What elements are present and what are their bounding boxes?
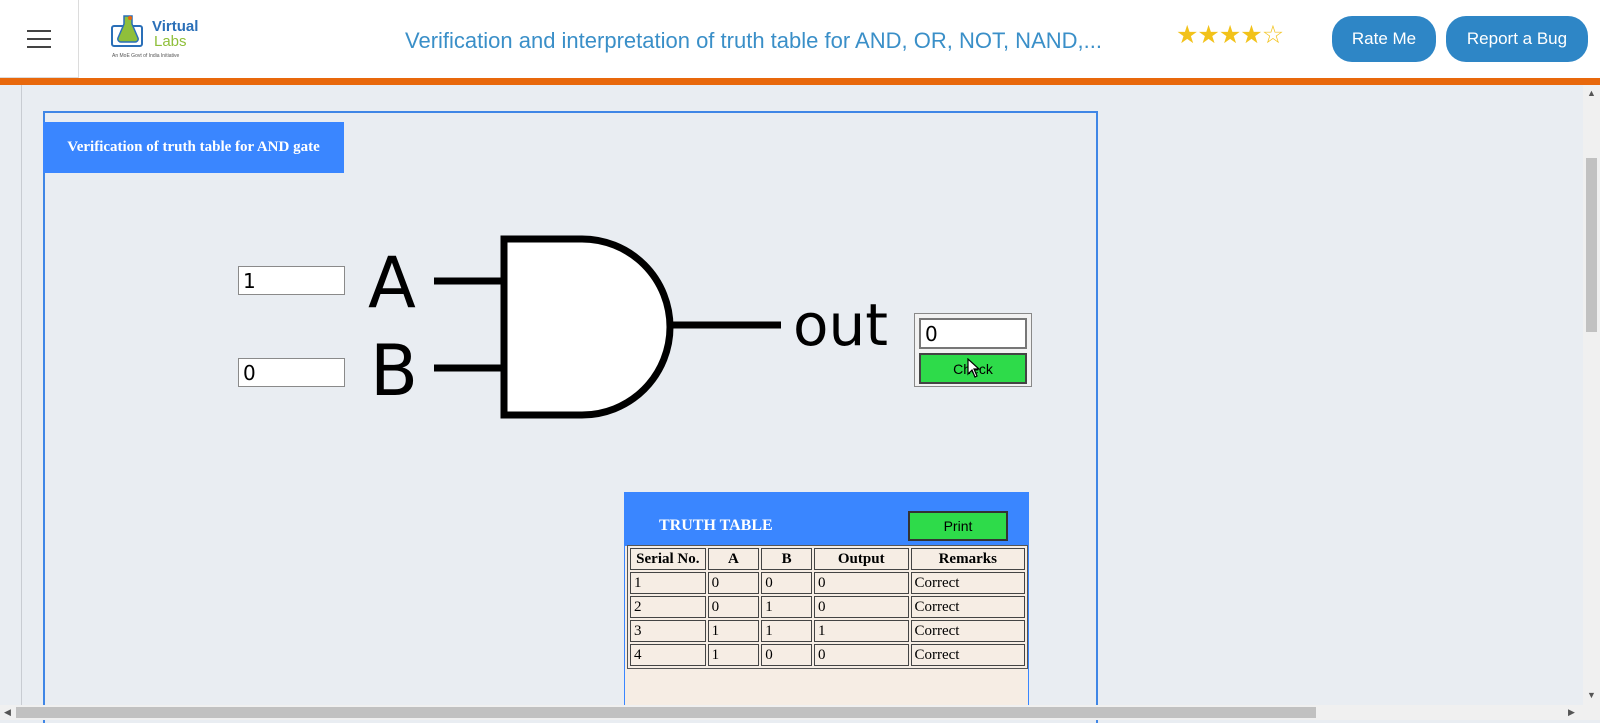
and-gate-body (500, 235, 674, 419)
col-remarks: Remarks (910, 548, 1025, 570)
cell-output: 0 (813, 644, 909, 666)
star-rating[interactable]: ★★★★☆ (1176, 20, 1284, 50)
truth-table: Serial No. A B Output Remarks 1 0 0 0 Co… (627, 545, 1028, 669)
top-header: Virtual Labs An MoE Govt of India Initia… (0, 0, 1600, 78)
menu-button[interactable] (0, 0, 79, 78)
cell-output: 0 (813, 596, 909, 618)
hamburger-icon (27, 29, 51, 48)
cell-b: 1 (761, 596, 812, 618)
col-serial: Serial No. (630, 548, 706, 570)
cell-b: 1 (761, 620, 812, 642)
cell-a: 1 (707, 620, 760, 642)
rate-me-button[interactable]: Rate Me (1332, 16, 1436, 62)
print-button[interactable]: Print (908, 511, 1008, 541)
horizontal-scroll-thumb[interactable] (16, 707, 1316, 718)
report-bug-button[interactable]: Report a Bug (1446, 16, 1588, 62)
header-divider (0, 78, 1600, 85)
star-empty-icon[interactable]: ☆ (1262, 21, 1284, 49)
table-header-row: Serial No. A B Output Remarks (630, 548, 1025, 570)
logo-tagline: An MoE Govt of India Initiative (112, 53, 180, 59)
cell-b: 0 (761, 644, 812, 666)
page-title: Verification and interpretation of truth… (405, 28, 1102, 53)
cell-remarks: Correct (910, 620, 1025, 642)
star-filled-icon[interactable]: ★ (1219, 21, 1241, 49)
cell-remarks: Correct (910, 572, 1025, 594)
col-a: A (707, 548, 760, 570)
table-row: 3 1 1 1 Correct (630, 620, 1025, 642)
scroll-right-arrow-icon[interactable]: ▶ (1568, 707, 1575, 718)
flask-icon (111, 15, 143, 47)
cell-a: 0 (707, 572, 760, 594)
input-b-field[interactable] (238, 358, 345, 387)
table-row: 1 0 0 0 Correct (630, 572, 1025, 594)
cell-output: 1 (813, 620, 909, 642)
vertical-scroll-thumb[interactable] (1586, 158, 1597, 332)
cell-a: 0 (707, 596, 760, 618)
output-field[interactable] (919, 318, 1027, 349)
star-filled-icon[interactable]: ★ (1176, 21, 1198, 49)
truth-table-header: TRUTH TABLE Print (625, 493, 1028, 546)
scroll-down-arrow-icon[interactable]: ▼ (1587, 690, 1596, 700)
cell-a: 1 (707, 644, 760, 666)
table-row: 2 0 1 0 Correct (630, 596, 1025, 618)
logo-line2: Labs (154, 33, 187, 50)
table-row: 4 1 0 0 Correct (630, 644, 1025, 666)
input-a-field[interactable] (238, 266, 345, 295)
left-gutter (0, 85, 22, 705)
virtual-labs-logo[interactable]: Virtual Labs An MoE Govt of India Initia… (110, 12, 202, 62)
col-output: Output (813, 548, 909, 570)
cell-output: 0 (813, 572, 909, 594)
truth-table-title: TRUTH TABLE (659, 517, 773, 534)
scroll-left-arrow-icon[interactable]: ◀ (4, 707, 11, 718)
cell-remarks: Correct (910, 596, 1025, 618)
label-a: A (368, 242, 416, 324)
cell-serial: 1 (630, 572, 706, 594)
truth-table-panel: TRUTH TABLE Print Serial No. A B Output … (624, 492, 1029, 707)
col-b: B (761, 548, 812, 570)
cell-remarks: Correct (910, 644, 1025, 666)
cell-serial: 3 (630, 620, 706, 642)
star-filled-icon[interactable]: ★ (1240, 21, 1262, 49)
mouse-cursor-icon (967, 358, 981, 378)
label-b: B (370, 330, 418, 412)
cell-serial: 4 (630, 644, 706, 666)
section-title: Verification of truth table for AND gate (43, 122, 344, 173)
scroll-up-arrow-icon[interactable]: ▲ (1587, 88, 1596, 98)
cell-b: 0 (761, 572, 812, 594)
star-filled-icon[interactable]: ★ (1197, 21, 1219, 49)
label-out: out (793, 291, 888, 359)
and-gate-diagram: A B out (368, 235, 888, 419)
cell-serial: 2 (630, 596, 706, 618)
